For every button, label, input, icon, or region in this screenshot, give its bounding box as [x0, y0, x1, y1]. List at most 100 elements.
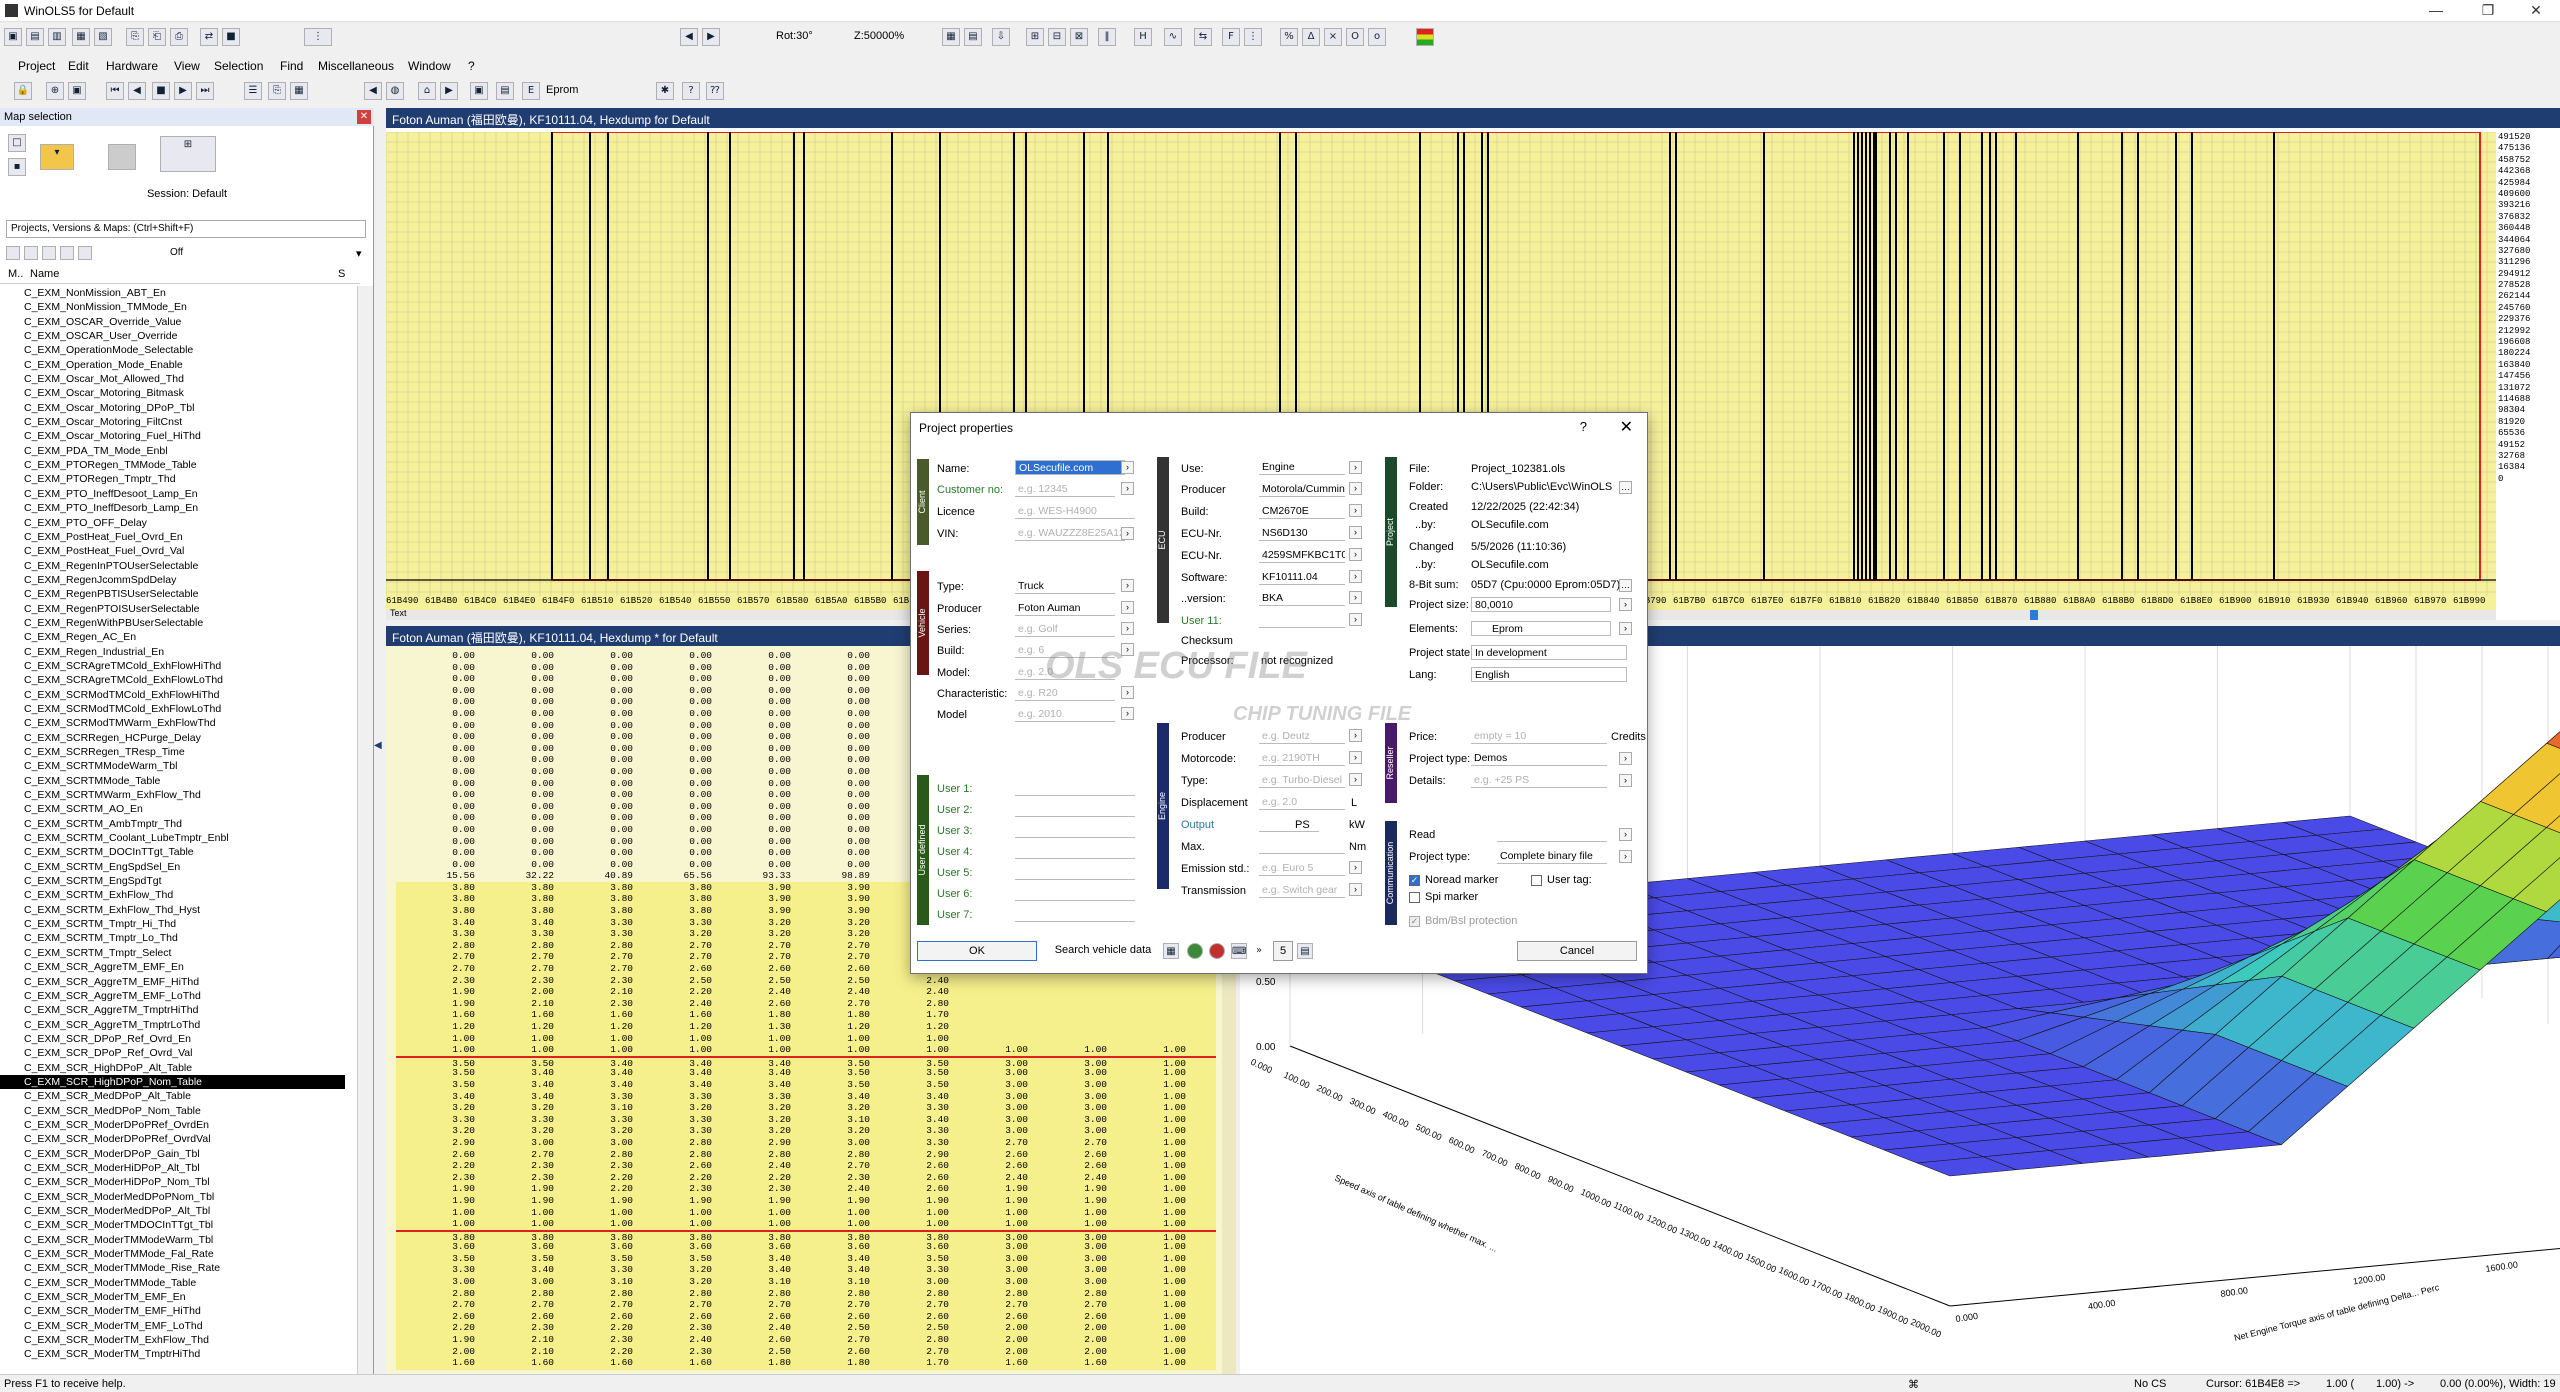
table-cell[interactable]: 2.00: [1028, 1322, 1107, 1334]
table-cell[interactable]: 3.40: [712, 1067, 791, 1079]
table-cell[interactable]: 1.00: [1028, 1044, 1107, 1056]
table-cell[interactable]: 0.00: [475, 801, 554, 813]
step-left-field[interactable]: ⋮: [304, 28, 332, 46]
table-cell[interactable]: 3.00: [949, 1079, 1028, 1091]
paste-icon[interactable]: ⎗: [148, 28, 166, 46]
table-cell[interactable]: 1.00: [396, 1033, 475, 1045]
table-cell[interactable]: 1.00: [1107, 1311, 1186, 1323]
zoom-field[interactable]: Z:50000%: [854, 30, 904, 42]
table-cell[interactable]: 3.40: [475, 917, 554, 929]
map-list-item[interactable]: C_EXM_SCRAgreTMCold_ExhFlowLoThd: [0, 673, 345, 687]
table-cell[interactable]: 1.00: [1107, 1137, 1186, 1149]
menu-window[interactable]: Window: [408, 59, 451, 73]
table-cell[interactable]: 2.60: [475, 1311, 554, 1323]
rotation-field[interactable]: Rot:30°: [776, 30, 813, 42]
map-list-item[interactable]: C_EXM_SCR_AggreTM_EMF_HiThd: [0, 975, 345, 989]
map-list-item[interactable]: C_EXM_PTO_IneffDesoot_Lamp_En: [0, 487, 345, 501]
window-icon[interactable]: ▣: [68, 82, 86, 100]
table-cell[interactable]: 0.00: [633, 720, 712, 732]
map-list-item[interactable]: C_EXM_SCR_ModerTMDOCInTTgt_Tbl: [0, 1218, 345, 1232]
table-row[interactable]: 1.00 1.00 1.00 1.00 1.00 1.00 1.00 1.00 1.00 1.00: [396, 1218, 1216, 1230]
table-cell[interactable]: 0.00: [396, 778, 475, 790]
table-cell[interactable]: 3.00: [1028, 1091, 1107, 1103]
table-cell[interactable]: 1.00: [633, 1033, 712, 1045]
table-cell[interactable]: 98.89: [791, 870, 870, 882]
dialog-close-icon[interactable]: ✕: [1620, 417, 1633, 437]
map-list-item[interactable]: C_EXM_SCRTM_DOCInTTgt_Table: [0, 845, 345, 859]
table-cell[interactable]: 3.60: [791, 1241, 870, 1253]
table-cell[interactable]: 1.00: [712, 1044, 791, 1056]
read-arrow[interactable]: ›: [1619, 828, 1632, 841]
elements-arrow[interactable]: ›: [1619, 622, 1632, 635]
table-cell[interactable]: 1.00: [554, 1044, 633, 1056]
table-cell[interactable]: 1.00: [396, 1207, 475, 1219]
table-row[interactable]: 1.90 1.90 2.20 2.30 2.30 2.40 2.60 1.90 1.90 1.00: [396, 1183, 1216, 1195]
bookmark-icon[interactable]: ⊕: [46, 82, 64, 100]
table-cell[interactable]: 2.70: [870, 1346, 949, 1358]
model2-arrow[interactable]: ›: [1121, 707, 1134, 720]
table-cell[interactable]: 0.00: [633, 778, 712, 790]
ecu-producer-arrow[interactable]: ›: [1349, 482, 1362, 495]
table-cell[interactable]: 2.40: [712, 1322, 791, 1334]
ecunr2-arrow[interactable]: ›: [1349, 548, 1362, 561]
reseller-ptype-field[interactable]: Demos: [1471, 751, 1607, 766]
table-cell[interactable]: 1.60: [554, 1009, 633, 1021]
table-cell[interactable]: 1.90: [791, 1195, 870, 1207]
table-cell[interactable]: 1.00: [870, 1044, 949, 1056]
table-cell[interactable]: 2.20: [554, 1172, 633, 1184]
table-cell[interactable]: 1.20: [949, 1369, 1028, 1370]
table-cell[interactable]: 0.00: [791, 650, 870, 662]
table-cell[interactable]: 1.00: [1107, 1149, 1186, 1161]
table-cell[interactable]: 0.00: [554, 847, 633, 859]
first-icon[interactable]: ⏮: [106, 82, 124, 100]
table-cell[interactable]: 3.00: [949, 1091, 1028, 1103]
name-field[interactable]: OLSecufile.com: [1015, 460, 1125, 475]
table-cell[interactable]: 1.00: [1107, 1160, 1186, 1172]
table-cell[interactable]: 0.00: [475, 720, 554, 732]
table-cell[interactable]: 1.90: [633, 1195, 712, 1207]
table-cell[interactable]: 3.00: [949, 1102, 1028, 1114]
ecu-use-arrow[interactable]: ›: [1349, 461, 1362, 474]
table-cell[interactable]: 2.70: [1028, 1137, 1107, 1149]
table-cell[interactable]: 1.90: [554, 1195, 633, 1207]
table-cell[interactable]: 1.90: [949, 1183, 1028, 1195]
table-cell[interactable]: 0.00: [475, 743, 554, 755]
table-cell[interactable]: 0.00: [396, 754, 475, 766]
table-cell[interactable]: 2.70: [554, 1299, 633, 1311]
table-cell[interactable]: 0.00: [396, 696, 475, 708]
table-cell[interactable]: 2.70: [712, 951, 791, 963]
table-cell[interactable]: 3.60: [633, 1241, 712, 1253]
table-cell[interactable]: 2.40: [949, 1172, 1028, 1184]
table-cell[interactable]: 3.00: [949, 1067, 1028, 1079]
table-cell[interactable]: 0.00: [791, 662, 870, 674]
table-cell[interactable]: 2.60: [870, 1311, 949, 1323]
table-cell[interactable]: 1.90: [396, 1183, 475, 1195]
table-row[interactable]: 2.90 3.00 3.00 2.80 2.90 3.00 3.30 2.70 2.70 1.00: [396, 1136, 1216, 1149]
table-cell[interactable]: 0.00: [554, 766, 633, 778]
table-cell[interactable]: 1.20: [870, 1021, 949, 1033]
table-cell[interactable]: 0.00: [712, 847, 791, 859]
characteristic-field[interactable]: e.g. R20: [1015, 686, 1115, 701]
table-cell[interactable]: 1.00: [475, 1207, 554, 1219]
map-list-item[interactable]: C_EXM_Oscar_Motoring_Bitmask: [0, 386, 345, 400]
table-cell[interactable]: 3.30: [633, 917, 712, 929]
table-cell[interactable]: 3.40: [633, 1067, 712, 1079]
table-cell[interactable]: 2.70: [791, 951, 870, 963]
map-list-item[interactable]: C_EXM_SCR_ModerTM_EMF_En: [0, 1290, 345, 1304]
usertag-checkbox[interactable]: [1531, 875, 1542, 886]
table-cell[interactable]: 1.00: [1107, 1288, 1186, 1300]
user11-field[interactable]: [1259, 613, 1345, 628]
table-cell[interactable]: 3.00: [1028, 1102, 1107, 1114]
state-select[interactable]: In development: [1471, 645, 1627, 660]
size-arrow[interactable]: ›: [1619, 598, 1632, 611]
table-cell[interactable]: 2.50: [633, 975, 712, 987]
elements-field[interactable]: Eprom: [1471, 621, 1611, 636]
table-cell[interactable]: 3.20: [791, 1102, 870, 1114]
table-cell[interactable]: 3.20: [791, 917, 870, 929]
panel-close-icon[interactable]: ✕: [357, 110, 371, 124]
table-row[interactable]: 1.60 1.60 1.60 1.60 1.80 1.80 1.70: [396, 1009, 1216, 1021]
table-cell[interactable]: 3.10: [791, 1114, 870, 1126]
map-list-item[interactable]: C_EXM_SCR_ModerDPoPRef_OvrdEn: [0, 1118, 345, 1132]
table-cell[interactable]: 2.60: [554, 1311, 633, 1323]
folder-icon[interactable]: [108, 144, 136, 170]
